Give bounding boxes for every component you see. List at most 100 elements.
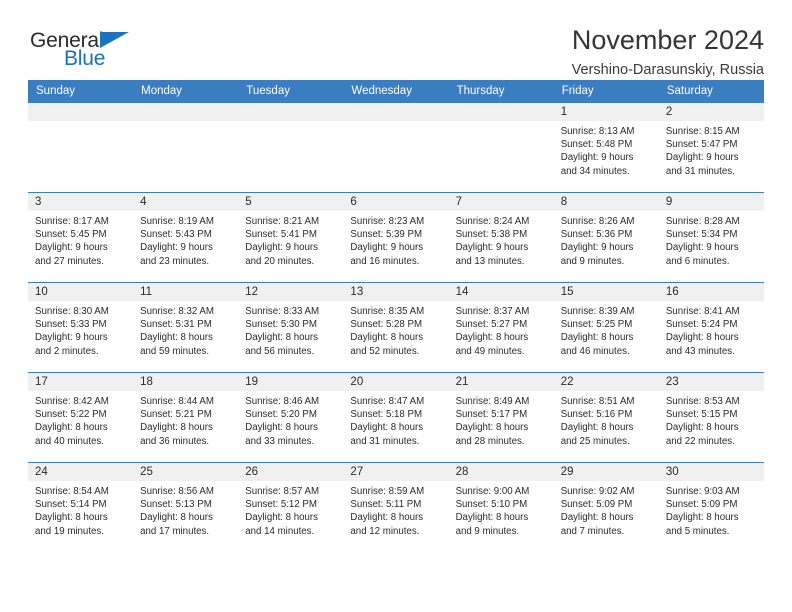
sunrise-text: Sunrise: 8:24 AM	[455, 216, 530, 227]
calendar-day-cell[interactable]: 29 Sunrise: 9:02 AM Sunset: 5:09 PM Dayligh…	[553, 462, 659, 552]
day-details: Sunrise: 8:54 AM Sunset: 5:14 PM Daylight:…	[28, 481, 133, 538]
calendar-day-cell[interactable]: 20 Sunrise: 8:47 AM Sunset: 5:18 PM Dayligh…	[343, 372, 449, 463]
sunset-text: Sunset: 5:27 PM	[455, 319, 528, 331]
calendar-day-cell[interactable]: 22 Sunrise: 8:51 AM Sunset: 5:16 PM Dayligh…	[553, 372, 659, 463]
day-number: 4	[133, 193, 239, 211]
daylight-text-line2: and 22 minutes.	[665, 435, 735, 447]
day-cell-inner: 11 Sunrise: 8:32 AM Sunset: 5:31 PM Dayligh…	[133, 283, 239, 372]
calendar-day-cell[interactable]: 8 Sunrise: 8:26 AM Sunset: 5:36 PM Daylight…	[553, 192, 659, 283]
calendar-week-row: 17 Sunrise: 8:42 AM Sunset: 5:22 PM Dayligh…	[28, 372, 764, 463]
calendar-day-cell[interactable]: 3 Sunrise: 8:17 AM Sunset: 5:45 PM Daylight…	[28, 192, 134, 283]
weekday-header-thursday: Thursday	[448, 80, 554, 103]
weekday-header-tuesday: Tuesday	[238, 80, 344, 103]
calendar-day-cell[interactable]: 2 Sunrise: 8:15 AM Sunset: 5:47 PM Daylight…	[658, 102, 764, 193]
day-details: Sunrise: 8:46 AM Sunset: 5:20 PM Daylight:…	[238, 391, 343, 448]
calendar-empty-cell	[448, 102, 554, 193]
daylight-text-line1: Daylight: 9 hours	[665, 242, 739, 254]
calendar-day-cell[interactable]: 13 Sunrise: 8:35 AM Sunset: 5:28 PM Dayligh…	[343, 282, 449, 373]
day-details	[28, 121, 133, 125]
day-cell-inner: 16 Sunrise: 8:41 AM Sunset: 5:24 PM Dayligh…	[658, 283, 764, 372]
daylight-text-line1: Daylight: 8 hours	[140, 422, 213, 434]
daylight-text-line1: Daylight: 8 hours	[140, 512, 213, 524]
day-cell-inner	[28, 103, 134, 192]
day-details: Sunrise: 9:03 AM Sunset: 5:09 PM Daylight:…	[659, 481, 764, 538]
sunset-text: Sunset: 5:25 PM	[560, 319, 633, 331]
calendar-day-cell[interactable]: 10 Sunrise: 8:30 AM Sunset: 5:33 PM Dayligh…	[28, 282, 134, 373]
sunrise-text: Sunrise: 8:32 AM	[140, 306, 214, 317]
daylight-text-line1: Daylight: 9 hours	[35, 332, 108, 344]
calendar-day-cell[interactable]: 12 Sunrise: 8:33 AM Sunset: 5:30 PM Dayligh…	[238, 282, 344, 373]
calendar-day-cell[interactable]: 28 Sunrise: 9:00 AM Sunset: 5:10 PM Dayligh…	[448, 462, 554, 552]
day-cell-inner: 24 Sunrise: 8:54 AM Sunset: 5:14 PM Dayligh…	[28, 463, 134, 552]
day-number: 9	[658, 193, 764, 211]
calendar-day-cell[interactable]: 30 Sunrise: 9:03 AM Sunset: 5:09 PM Dayligh…	[658, 462, 764, 552]
calendar-day-cell[interactable]: 7 Sunrise: 8:24 AM Sunset: 5:38 PM Daylight…	[448, 192, 554, 283]
calendar-day-cell[interactable]: 25 Sunrise: 8:56 AM Sunset: 5:13 PM Dayligh…	[133, 462, 239, 552]
day-details: Sunrise: 9:00 AM Sunset: 5:10 PM Daylight:…	[449, 481, 554, 538]
calendar-day-cell[interactable]: 23 Sunrise: 8:53 AM Sunset: 5:15 PM Dayligh…	[658, 372, 764, 463]
daylight-text-line1: Daylight: 8 hours	[140, 332, 213, 344]
page-title: November 2024	[571, 25, 764, 55]
day-details: Sunrise: 8:23 AM Sunset: 5:39 PM Daylight:…	[343, 211, 448, 268]
daylight-text-line2: and 9 minutes.	[455, 525, 520, 537]
day-cell-inner	[343, 103, 449, 192]
day-cell-inner: 23 Sunrise: 8:53 AM Sunset: 5:15 PM Dayligh…	[658, 373, 764, 462]
daylight-text-line1: Daylight: 8 hours	[455, 332, 529, 344]
day-cell-inner: 18 Sunrise: 8:44 AM Sunset: 5:21 PM Dayligh…	[133, 373, 239, 462]
daylight-text-line2: and 25 minutes.	[560, 435, 630, 447]
calendar-day-cell[interactable]: 18 Sunrise: 8:44 AM Sunset: 5:21 PM Dayligh…	[133, 372, 239, 463]
calendar-day-cell[interactable]: 15 Sunrise: 8:39 AM Sunset: 5:25 PM Dayligh…	[553, 282, 659, 373]
day-number: 18	[133, 373, 239, 391]
weekday-header-sunday: Sunday	[28, 80, 134, 103]
day-details: Sunrise: 8:13 AM Sunset: 5:48 PM Daylight:…	[554, 121, 659, 178]
page-subtitle: Vershino-Darasunskiy, Russia	[571, 62, 764, 79]
daylight-text-line2: and 9 minutes.	[560, 255, 625, 267]
calendar-day-cell[interactable]: 19 Sunrise: 8:46 AM Sunset: 5:20 PM Dayligh…	[238, 372, 344, 463]
calendar-day-cell[interactable]: 17 Sunrise: 8:42 AM Sunset: 5:22 PM Dayligh…	[28, 372, 134, 463]
sunrise-text: Sunrise: 8:35 AM	[350, 306, 425, 317]
day-cell-inner: 13 Sunrise: 8:35 AM Sunset: 5:28 PM Dayligh…	[343, 283, 449, 372]
daylight-text-line1: Daylight: 8 hours	[245, 422, 318, 434]
sunrise-text: Sunrise: 9:02 AM	[560, 486, 635, 497]
calendar-day-cell[interactable]: 11 Sunrise: 8:32 AM Sunset: 5:31 PM Dayligh…	[133, 282, 239, 373]
calendar-day-cell[interactable]: 6 Sunrise: 8:23 AM Sunset: 5:39 PM Daylight…	[343, 192, 449, 283]
calendar-day-cell[interactable]: 9 Sunrise: 8:28 AM Sunset: 5:34 PM Daylight…	[658, 192, 764, 283]
day-number: 29	[553, 463, 659, 481]
general-blue-logo[interactable]: General Blue	[28, 26, 158, 70]
sunrise-text: Sunrise: 8:30 AM	[35, 306, 109, 317]
daylight-text-line1: Daylight: 9 hours	[245, 242, 318, 254]
sunrise-text: Sunrise: 8:28 AM	[665, 216, 740, 227]
day-cell-inner: 17 Sunrise: 8:42 AM Sunset: 5:22 PM Dayligh…	[28, 373, 134, 462]
calendar-day-cell[interactable]: 26 Sunrise: 8:57 AM Sunset: 5:12 PM Dayligh…	[238, 462, 344, 552]
day-cell-inner: 30 Sunrise: 9:03 AM Sunset: 5:09 PM Dayligh…	[658, 463, 764, 552]
title-block: November 2024 Vershino-Darasunskiy, Russ…	[572, 26, 764, 79]
sunset-text: Sunset: 5:48 PM	[560, 139, 633, 151]
daylight-text-line1: Daylight: 8 hours	[350, 422, 424, 434]
logo-text-blue: Blue	[64, 47, 106, 70]
calendar-day-cell[interactable]: 27 Sunrise: 8:59 AM Sunset: 5:11 PM Dayligh…	[343, 462, 449, 552]
sunrise-text: Sunrise: 8:59 AM	[350, 486, 425, 497]
calendar-day-cell[interactable]: 5 Sunrise: 8:21 AM Sunset: 5:41 PM Daylight…	[238, 192, 344, 283]
calendar-day-cell[interactable]: 16 Sunrise: 8:41 AM Sunset: 5:24 PM Dayligh…	[658, 282, 764, 373]
day-number	[343, 103, 449, 121]
day-number: 30	[658, 463, 764, 481]
sunset-text: Sunset: 5:30 PM	[245, 319, 317, 331]
sunset-text: Sunset: 5:43 PM	[140, 229, 212, 241]
day-number: 14	[448, 283, 554, 301]
calendar-day-cell[interactable]: 24 Sunrise: 8:54 AM Sunset: 5:14 PM Dayligh…	[28, 462, 134, 552]
daylight-text-line2: and 17 minutes.	[140, 525, 210, 537]
sunset-text: Sunset: 5:28 PM	[350, 319, 423, 331]
calendar-day-cell[interactable]: 1 Sunrise: 8:13 AM Sunset: 5:48 PM Daylight…	[553, 102, 659, 193]
calendar-day-cell[interactable]: 14 Sunrise: 8:37 AM Sunset: 5:27 PM Dayligh…	[448, 282, 554, 373]
daylight-text-line2: and 6 minutes.	[665, 255, 730, 267]
daylight-text-line1: Daylight: 8 hours	[245, 512, 318, 524]
weekday-header-friday: Friday	[553, 80, 659, 103]
day-cell-inner	[238, 103, 344, 192]
calendar-day-cell[interactable]: 4 Sunrise: 8:19 AM Sunset: 5:43 PM Daylight…	[133, 192, 239, 283]
calendar-page: General Blue November 2024 Vershino-Dara…	[0, 0, 792, 612]
day-cell-inner: 4 Sunrise: 8:19 AM Sunset: 5:43 PM Daylight…	[133, 193, 239, 282]
calendar-day-cell[interactable]: 21 Sunrise: 8:49 AM Sunset: 5:17 PM Dayligh…	[448, 372, 554, 463]
day-number: 13	[343, 283, 449, 301]
daylight-text-line2: and 33 minutes.	[245, 435, 315, 447]
day-number: 27	[343, 463, 449, 481]
